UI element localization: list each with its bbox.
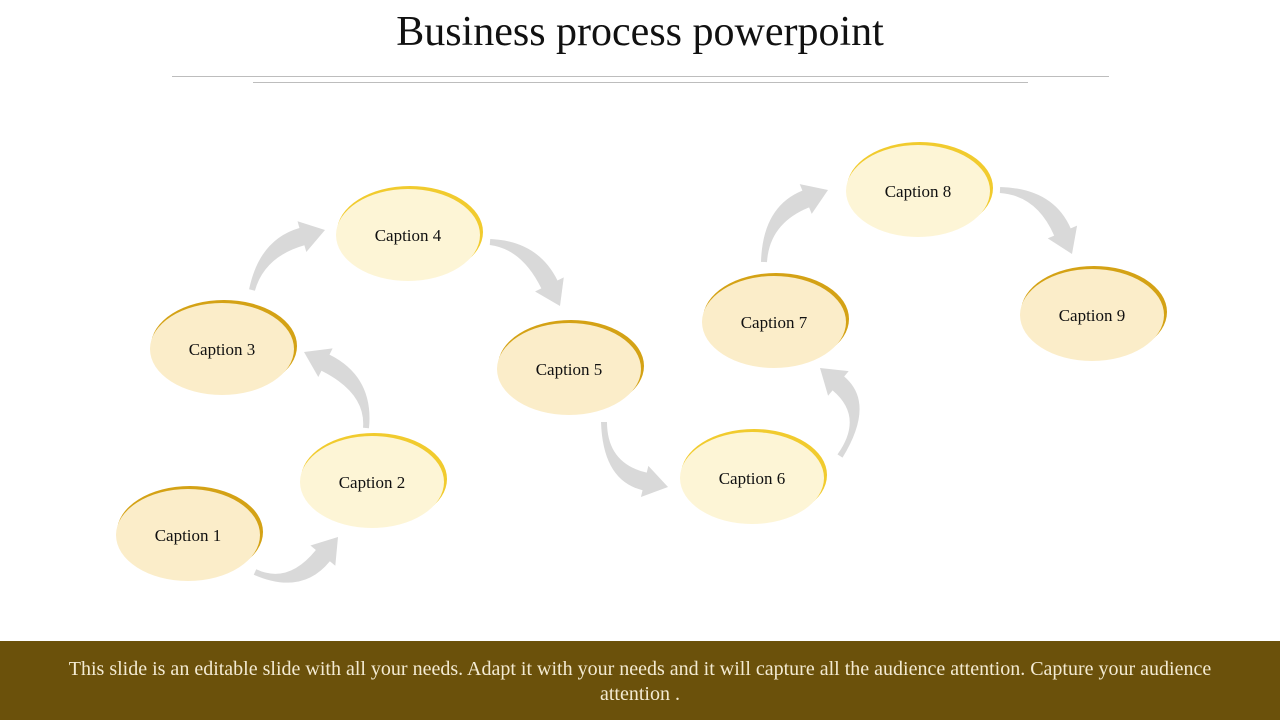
- step-caption: Caption 5: [536, 360, 603, 379]
- curved-arrow-icon-5-to-6: [601, 421, 668, 498]
- curved-arrow-icon-2-to-3: [304, 348, 370, 429]
- step-caption: Caption 6: [719, 469, 786, 488]
- footer-text: This slide is an editable slide with all…: [68, 658, 1212, 705]
- step-caption: Caption 4: [375, 226, 442, 245]
- process-step-4: Caption 4: [336, 186, 483, 281]
- curved-arrow-icon-1-to-2: [253, 537, 338, 583]
- step-caption: Caption 7: [741, 313, 808, 332]
- process-diagram: Caption 1 Caption 2 Caption 3 Caption 4 Capt…: [116, 142, 1167, 583]
- process-step-6: Caption 6: [680, 429, 827, 524]
- step-caption: Caption 8: [885, 182, 952, 201]
- process-step-5: Caption 5: [497, 320, 644, 415]
- step-caption: Caption 2: [339, 473, 406, 492]
- step-caption: Caption 3: [189, 340, 256, 359]
- curved-arrow-icon-4-to-5: [489, 239, 564, 306]
- process-step-2: Caption 2: [300, 433, 447, 528]
- curved-arrow-icon-6-to-7: [820, 368, 860, 458]
- curved-arrow-icon-3-to-4: [249, 221, 325, 291]
- step-caption: Caption 9: [1059, 306, 1126, 325]
- curved-arrow-icon-8-to-9: [999, 187, 1078, 254]
- nodes-layer: Caption 1 Caption 2 Caption 3 Caption 4 Capt…: [116, 142, 1167, 581]
- footer-band: This slide is an editable slide with all…: [0, 641, 1280, 720]
- step-caption: Caption 1: [155, 526, 222, 545]
- curved-arrow-icon-7-to-8: [761, 184, 828, 263]
- process-step-3: Caption 3: [150, 300, 297, 395]
- process-step-7: Caption 7: [702, 273, 849, 368]
- process-step-9: Caption 9: [1020, 266, 1167, 361]
- process-step-1: Caption 1: [116, 486, 263, 581]
- process-step-8: Caption 8: [846, 142, 993, 237]
